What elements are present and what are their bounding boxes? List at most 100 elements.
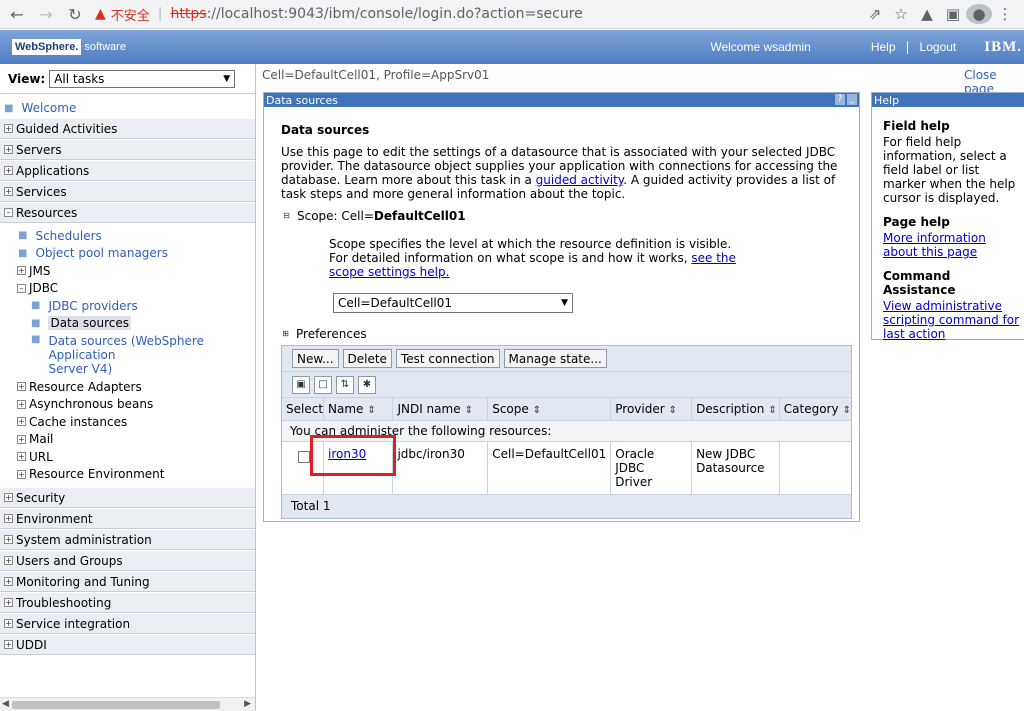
col-label: Category <box>783 401 839 416</box>
scope-select[interactable]: Cell=DefaultCell01 ▼ <box>333 293 573 313</box>
nav-schedulers[interactable]: ■ Schedulers <box>0 227 255 245</box>
scope-help-link[interactable]: see the <box>691 251 736 265</box>
view-select[interactable]: All tasks ▼ <box>49 69 236 88</box>
help-panel-header: Help <box>872 93 1024 107</box>
nav-resources[interactable]: – Resources <box>0 202 255 223</box>
share-icon[interactable]: ⇗ <box>862 5 888 23</box>
nav-label: Servers <box>16 142 62 157</box>
expand-icon: + <box>4 556 13 565</box>
nav-resource-adapters[interactable]: + Resource Adapters <box>0 378 255 396</box>
command-assistance-link[interactable]: View administrative scripting command fo… <box>883 299 1023 341</box>
nav-servers[interactable]: + Servers <box>0 139 255 160</box>
lab-flask-icon[interactable]: ▲ <box>914 5 940 23</box>
collapse-icon[interactable]: ⊟ <box>282 211 291 221</box>
guided-activity-link[interactable]: guided activity <box>536 173 624 187</box>
test-connection-button[interactable]: Test connection <box>395 349 500 368</box>
nav-users-groups[interactable]: + Users and Groups <box>0 550 255 571</box>
welcome-link[interactable]: Welcome <box>21 101 76 115</box>
preferences-row[interactable]: ⊞ Preferences <box>281 327 859 341</box>
forward-icon[interactable]: → <box>34 2 58 26</box>
nav-services[interactable]: + Services <box>0 181 255 202</box>
expand-icon[interactable]: ⊞ <box>281 329 290 339</box>
menu-dots-icon[interactable]: ⋮ <box>992 5 1018 23</box>
col-label: Description <box>696 401 765 416</box>
data-sources-v4-link[interactable]: Data sources (WebSphere Application <box>48 334 204 362</box>
schedulers-link[interactable]: Schedulers <box>35 229 101 243</box>
nav-jms[interactable]: + JMS <box>0 262 255 280</box>
nav-url[interactable]: + URL <box>0 448 255 466</box>
data-sources-selected[interactable]: Data sources <box>48 316 132 331</box>
description-line-2: Datasource <box>696 460 765 475</box>
nav-security[interactable]: + Security <box>0 487 255 508</box>
nav-jdbc[interactable]: – JDBC <box>0 280 255 298</box>
expand-icon: + <box>4 145 13 154</box>
collapse-icon: – <box>4 208 13 217</box>
sort-icon[interactable]: ⇕ <box>533 405 541 416</box>
nav-cache-instances[interactable]: + Cache instances <box>0 413 255 431</box>
logo-suffix: software <box>84 41 126 53</box>
nav-uddi[interactable]: + UDDI <box>0 634 255 655</box>
page-help-link[interactable]: More information about this page <box>883 231 1023 259</box>
col-provider[interactable]: Provider ⇕ <box>610 398 693 421</box>
data-sources-v4-link-2[interactable]: Server V4) <box>48 362 112 376</box>
scope-help-link-2[interactable]: scope settings help. <box>329 265 449 279</box>
url-scheme: https <box>170 6 207 22</box>
nav-system-administration[interactable]: + System administration <box>0 529 255 550</box>
nav-mail[interactable]: + Mail <box>0 431 255 449</box>
bookmark-star-icon[interactable]: ☆ <box>888 5 914 23</box>
deselect-all-icon[interactable]: □ <box>314 375 332 394</box>
help-question-icon[interactable]: ? <box>835 94 845 105</box>
nav-guided-activities[interactable]: + Guided Activities <box>0 118 255 139</box>
nav-data-sources-v4[interactable]: ■ Data sources (WebSphere Application Serv… <box>0 332 255 376</box>
new-button[interactable]: New... <box>292 349 339 368</box>
nav-service-integration[interactable]: + Service integration <box>0 613 255 634</box>
sort-icon[interactable]: ⇕ <box>843 405 851 416</box>
col-category[interactable]: Category ⇕ <box>779 398 851 421</box>
logout-link[interactable]: Logout <box>920 40 957 54</box>
help-link[interactable]: Help <box>871 40 896 54</box>
jdbc-providers-link[interactable]: JDBC providers <box>48 299 137 313</box>
scroll-left-icon[interactable]: ◀ <box>2 699 9 709</box>
delete-button[interactable]: Delete <box>342 349 392 368</box>
nav-horizontal-scrollbar[interactable]: ◀ ▶ <box>0 697 255 711</box>
minimize-icon[interactable]: _ <box>847 94 857 105</box>
select-all-icon[interactable]: ▣ <box>292 375 310 394</box>
show-filter-icon[interactable]: ⇅ <box>336 375 354 394</box>
sort-icon[interactable]: ⇕ <box>669 405 677 416</box>
side-panel-icon[interactable]: ▣ <box>940 5 966 23</box>
expand-icon: + <box>17 266 26 276</box>
row-checkbox[interactable] <box>298 450 310 463</box>
nav-applications[interactable]: + Applications <box>0 160 255 181</box>
profile-icon[interactable]: ● <box>966 4 992 24</box>
nav-object-pool[interactable]: ■ Object pool managers <box>0 245 255 263</box>
nav-jdbc-providers[interactable]: ■ JDBC providers <box>0 297 255 315</box>
clear-filter-icon[interactable]: ✱ <box>358 375 376 394</box>
nav-environment[interactable]: + Environment <box>0 508 255 529</box>
scroll-right-icon[interactable]: ▶ <box>244 699 251 709</box>
col-scope[interactable]: Scope ⇕ <box>487 398 612 421</box>
sort-icon[interactable]: ⇕ <box>367 405 375 416</box>
sort-icon[interactable]: ⇕ <box>465 405 473 416</box>
nav-data-sources[interactable]: ■ Data sources <box>0 315 255 333</box>
col-jndi[interactable]: JNDI name ⇕ <box>392 398 489 421</box>
manage-state-button[interactable]: Manage state... <box>503 349 607 368</box>
resources-grid: Select Name ⇕ JNDI name ⇕ Scope ⇕ Provider ⇕… <box>282 398 851 518</box>
nav-label: Asynchronous beans <box>29 397 154 412</box>
nav-label: Applications <box>16 163 90 178</box>
nav-async-beans[interactable]: + Asynchronous beans <box>0 396 255 414</box>
datasource-name-link[interactable]: iron30 <box>328 447 366 461</box>
nav-resource-environment[interactable]: + Resource Environment <box>0 466 255 484</box>
back-icon[interactable]: ← <box>5 2 29 26</box>
reload-icon[interactable]: ↻ <box>63 2 87 26</box>
scrollbar-thumb[interactable] <box>12 701 220 709</box>
col-description[interactable]: Description ⇕ <box>691 398 780 421</box>
nav-troubleshooting[interactable]: + Troubleshooting <box>0 592 255 613</box>
expand-icon: + <box>4 187 13 196</box>
object-pool-link[interactable]: Object pool managers <box>35 246 168 260</box>
col-name[interactable]: Name ⇕ <box>323 398 394 421</box>
address-bar[interactable]: ▲ 不安全 | https://localhost:9043/ibm/conso… <box>95 1 862 27</box>
nav-monitoring-tuning[interactable]: + Monitoring and Tuning <box>0 571 255 592</box>
page-description: Use this page to edit the settings of a … <box>281 145 846 201</box>
sort-icon[interactable]: ⇕ <box>768 405 776 416</box>
nav-welcome[interactable]: ■ Welcome <box>0 98 255 118</box>
